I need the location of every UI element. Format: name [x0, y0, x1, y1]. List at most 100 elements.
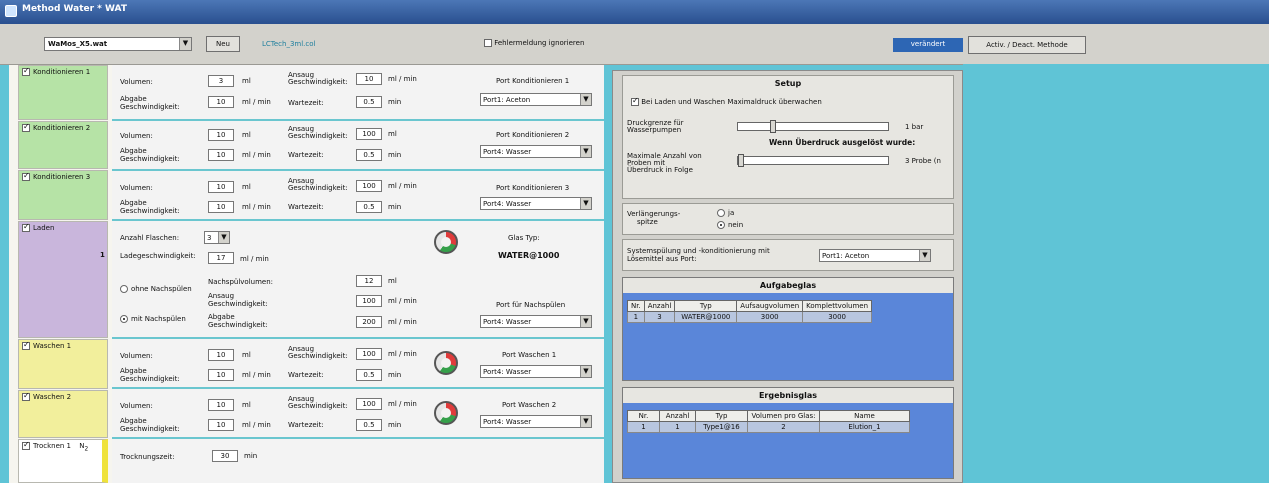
- ansaug-input[interactable]: 100: [356, 295, 382, 307]
- column-header[interactable]: Typ: [674, 300, 738, 312]
- checkbox-icon[interactable]: [22, 340, 30, 350]
- wartezeit-input[interactable]: 0.5: [356, 369, 382, 381]
- column-header[interactable]: Anzahl: [659, 410, 696, 422]
- mit-nachspuelen-radio[interactable]: mit Nachspülen: [120, 315, 186, 323]
- wartezeit-input[interactable]: 0.5: [356, 419, 382, 431]
- column-header[interactable]: Nr.: [627, 300, 645, 312]
- abgabe-label-2: Geschwindigkeit:: [120, 103, 180, 111]
- volume-input[interactable]: 10: [208, 181, 234, 193]
- trocknen-label: Trocknungszeit:: [120, 453, 175, 461]
- chevron-down-icon[interactable]: ▼: [580, 146, 591, 157]
- step-konditionieren-3[interactable]: Konditionieren 3: [18, 170, 108, 220]
- step-waschen-2[interactable]: Waschen 2: [18, 390, 108, 438]
- column-header[interactable]: Typ: [695, 410, 748, 422]
- ansaug-input[interactable]: 100: [356, 348, 382, 360]
- ansaug-input[interactable]: 10: [356, 73, 382, 85]
- checkbox-icon[interactable]: [22, 66, 30, 76]
- pressure-gauge-icon: [434, 351, 458, 375]
- port-select[interactable]: Port4: Wasser ▼: [480, 145, 592, 158]
- radio-icon[interactable]: [120, 285, 128, 293]
- step-trocknen-1[interactable]: Trocknen 1 N2: [18, 439, 108, 483]
- pressure-slider[interactable]: [737, 120, 889, 133]
- trocknen-input[interactable]: 30: [212, 450, 238, 462]
- wartezeit-input[interactable]: 0.5: [356, 96, 382, 108]
- ansaug-label-2: Geschwindigkeit:: [288, 78, 348, 86]
- checkbox-icon[interactable]: [631, 96, 639, 106]
- volumen-label: Volumen:: [120, 132, 153, 140]
- cell-typ: WATER@1000: [674, 311, 738, 323]
- abgabe-input[interactable]: 10: [208, 201, 234, 213]
- spitze-ja-radio[interactable]: ja: [717, 209, 734, 217]
- step-konditionieren-1[interactable]: Konditionieren 1: [18, 65, 108, 120]
- unit-label: ml: [388, 130, 397, 138]
- proben-slider[interactable]: [737, 154, 889, 167]
- checkbox-icon[interactable]: [22, 122, 30, 132]
- cell-aufsaugvolumen: 3000: [736, 311, 804, 323]
- port-label: Port Waschen 1: [502, 351, 557, 359]
- abgabe-input[interactable]: 10: [208, 149, 234, 161]
- ignore-errors-checkbox[interactable]: Fehlermeldung ignorieren: [484, 39, 584, 47]
- column-file-link[interactable]: LCTech_3ml.col: [262, 40, 315, 48]
- radio-icon[interactable]: [717, 209, 725, 217]
- new-button[interactable]: Neu: [206, 36, 240, 52]
- port-select[interactable]: Port4: Wasser ▼: [480, 197, 592, 210]
- column-header[interactable]: Nr.: [627, 410, 660, 422]
- chevron-down-icon[interactable]: ▼: [580, 316, 591, 327]
- ladegeschw-input[interactable]: 17: [208, 252, 234, 264]
- table-row[interactable]: 1 1 Type1@16 2 Elution_1: [627, 421, 910, 433]
- volume-input[interactable]: 10: [208, 129, 234, 141]
- slider-thumb[interactable]: [738, 154, 744, 167]
- activate-method-button[interactable]: Activ. / Deact. Methode: [968, 36, 1086, 54]
- chevron-down-icon[interactable]: ▼: [179, 38, 191, 50]
- abgabe-input[interactable]: 10: [208, 369, 234, 381]
- step-konditionieren-2[interactable]: Konditionieren 2: [18, 121, 108, 169]
- max-pressure-checkbox[interactable]: Bei Laden und Waschen Maximaldruck überw…: [631, 96, 822, 106]
- wartezeit-input[interactable]: 0.5: [356, 149, 382, 161]
- checkbox-icon[interactable]: [22, 391, 30, 401]
- checkbox-icon[interactable]: [484, 39, 492, 47]
- chevron-down-icon[interactable]: ▼: [580, 416, 591, 427]
- abgabe-input[interactable]: 10: [208, 419, 234, 431]
- ohne-nachspuelen-radio[interactable]: ohne Nachspülen: [120, 285, 192, 293]
- anzahl-select[interactable]: 3 ▼: [204, 231, 230, 244]
- column-header[interactable]: Volumen pro Glas:: [747, 410, 820, 422]
- chevron-down-icon[interactable]: ▼: [580, 198, 591, 209]
- column-header[interactable]: Komplettvolumen: [802, 300, 873, 312]
- step-laden[interactable]: Laden: [18, 221, 108, 338]
- volume-input[interactable]: 10: [208, 399, 234, 411]
- abgabe-input[interactable]: 200: [356, 316, 382, 328]
- nachspuel-input[interactable]: 12: [356, 275, 382, 287]
- checkbox-icon[interactable]: [22, 440, 30, 450]
- chevron-down-icon[interactable]: ▼: [919, 250, 930, 261]
- column-header[interactable]: Anzahl: [643, 300, 676, 312]
- radio-icon[interactable]: [120, 315, 128, 323]
- volume-input[interactable]: 10: [208, 349, 234, 361]
- spitze-nein-radio[interactable]: nein: [717, 221, 743, 229]
- table-row[interactable]: 1 3 WATER@1000 3000 3000: [627, 311, 873, 323]
- port-select[interactable]: Port4: Wasser ▼: [480, 315, 592, 328]
- chevron-down-icon[interactable]: ▼: [218, 232, 229, 243]
- slider-thumb[interactable]: [770, 120, 776, 133]
- unit-label: ml / min: [388, 318, 417, 326]
- ansaug-input[interactable]: 100: [356, 128, 382, 140]
- port-select[interactable]: Port4: Wasser ▼: [480, 365, 592, 378]
- port-select[interactable]: Port1: Aceton ▼: [480, 93, 592, 106]
- max-pressure-label: Bei Laden und Waschen Maximaldruck überw…: [641, 98, 822, 106]
- cond2-block: Volumen: 10 ml Abgabe Geschwindigkeit: 1…: [112, 121, 604, 171]
- port-select[interactable]: Port4: Wasser ▼: [480, 415, 592, 428]
- ansaug-input[interactable]: 100: [356, 180, 382, 192]
- checkbox-icon[interactable]: [22, 222, 30, 232]
- radio-icon[interactable]: [717, 221, 725, 229]
- column-header[interactable]: Name: [819, 410, 910, 422]
- checkbox-icon[interactable]: [22, 171, 30, 181]
- spuel-port-select[interactable]: Port1: Aceton ▼: [819, 249, 931, 262]
- chevron-down-icon[interactable]: ▼: [580, 94, 591, 105]
- wartezeit-input[interactable]: 0.5: [356, 201, 382, 213]
- method-file-select[interactable]: WaMos_X5.wat ▼: [44, 37, 192, 51]
- volume-input[interactable]: 3: [208, 75, 234, 87]
- chevron-down-icon[interactable]: ▼: [580, 366, 591, 377]
- ansaug-input[interactable]: 100: [356, 398, 382, 410]
- column-header[interactable]: Aufsaugvolumen: [736, 300, 804, 312]
- step-waschen-1[interactable]: Waschen 1: [18, 339, 108, 389]
- abgabe-input[interactable]: 10: [208, 96, 234, 108]
